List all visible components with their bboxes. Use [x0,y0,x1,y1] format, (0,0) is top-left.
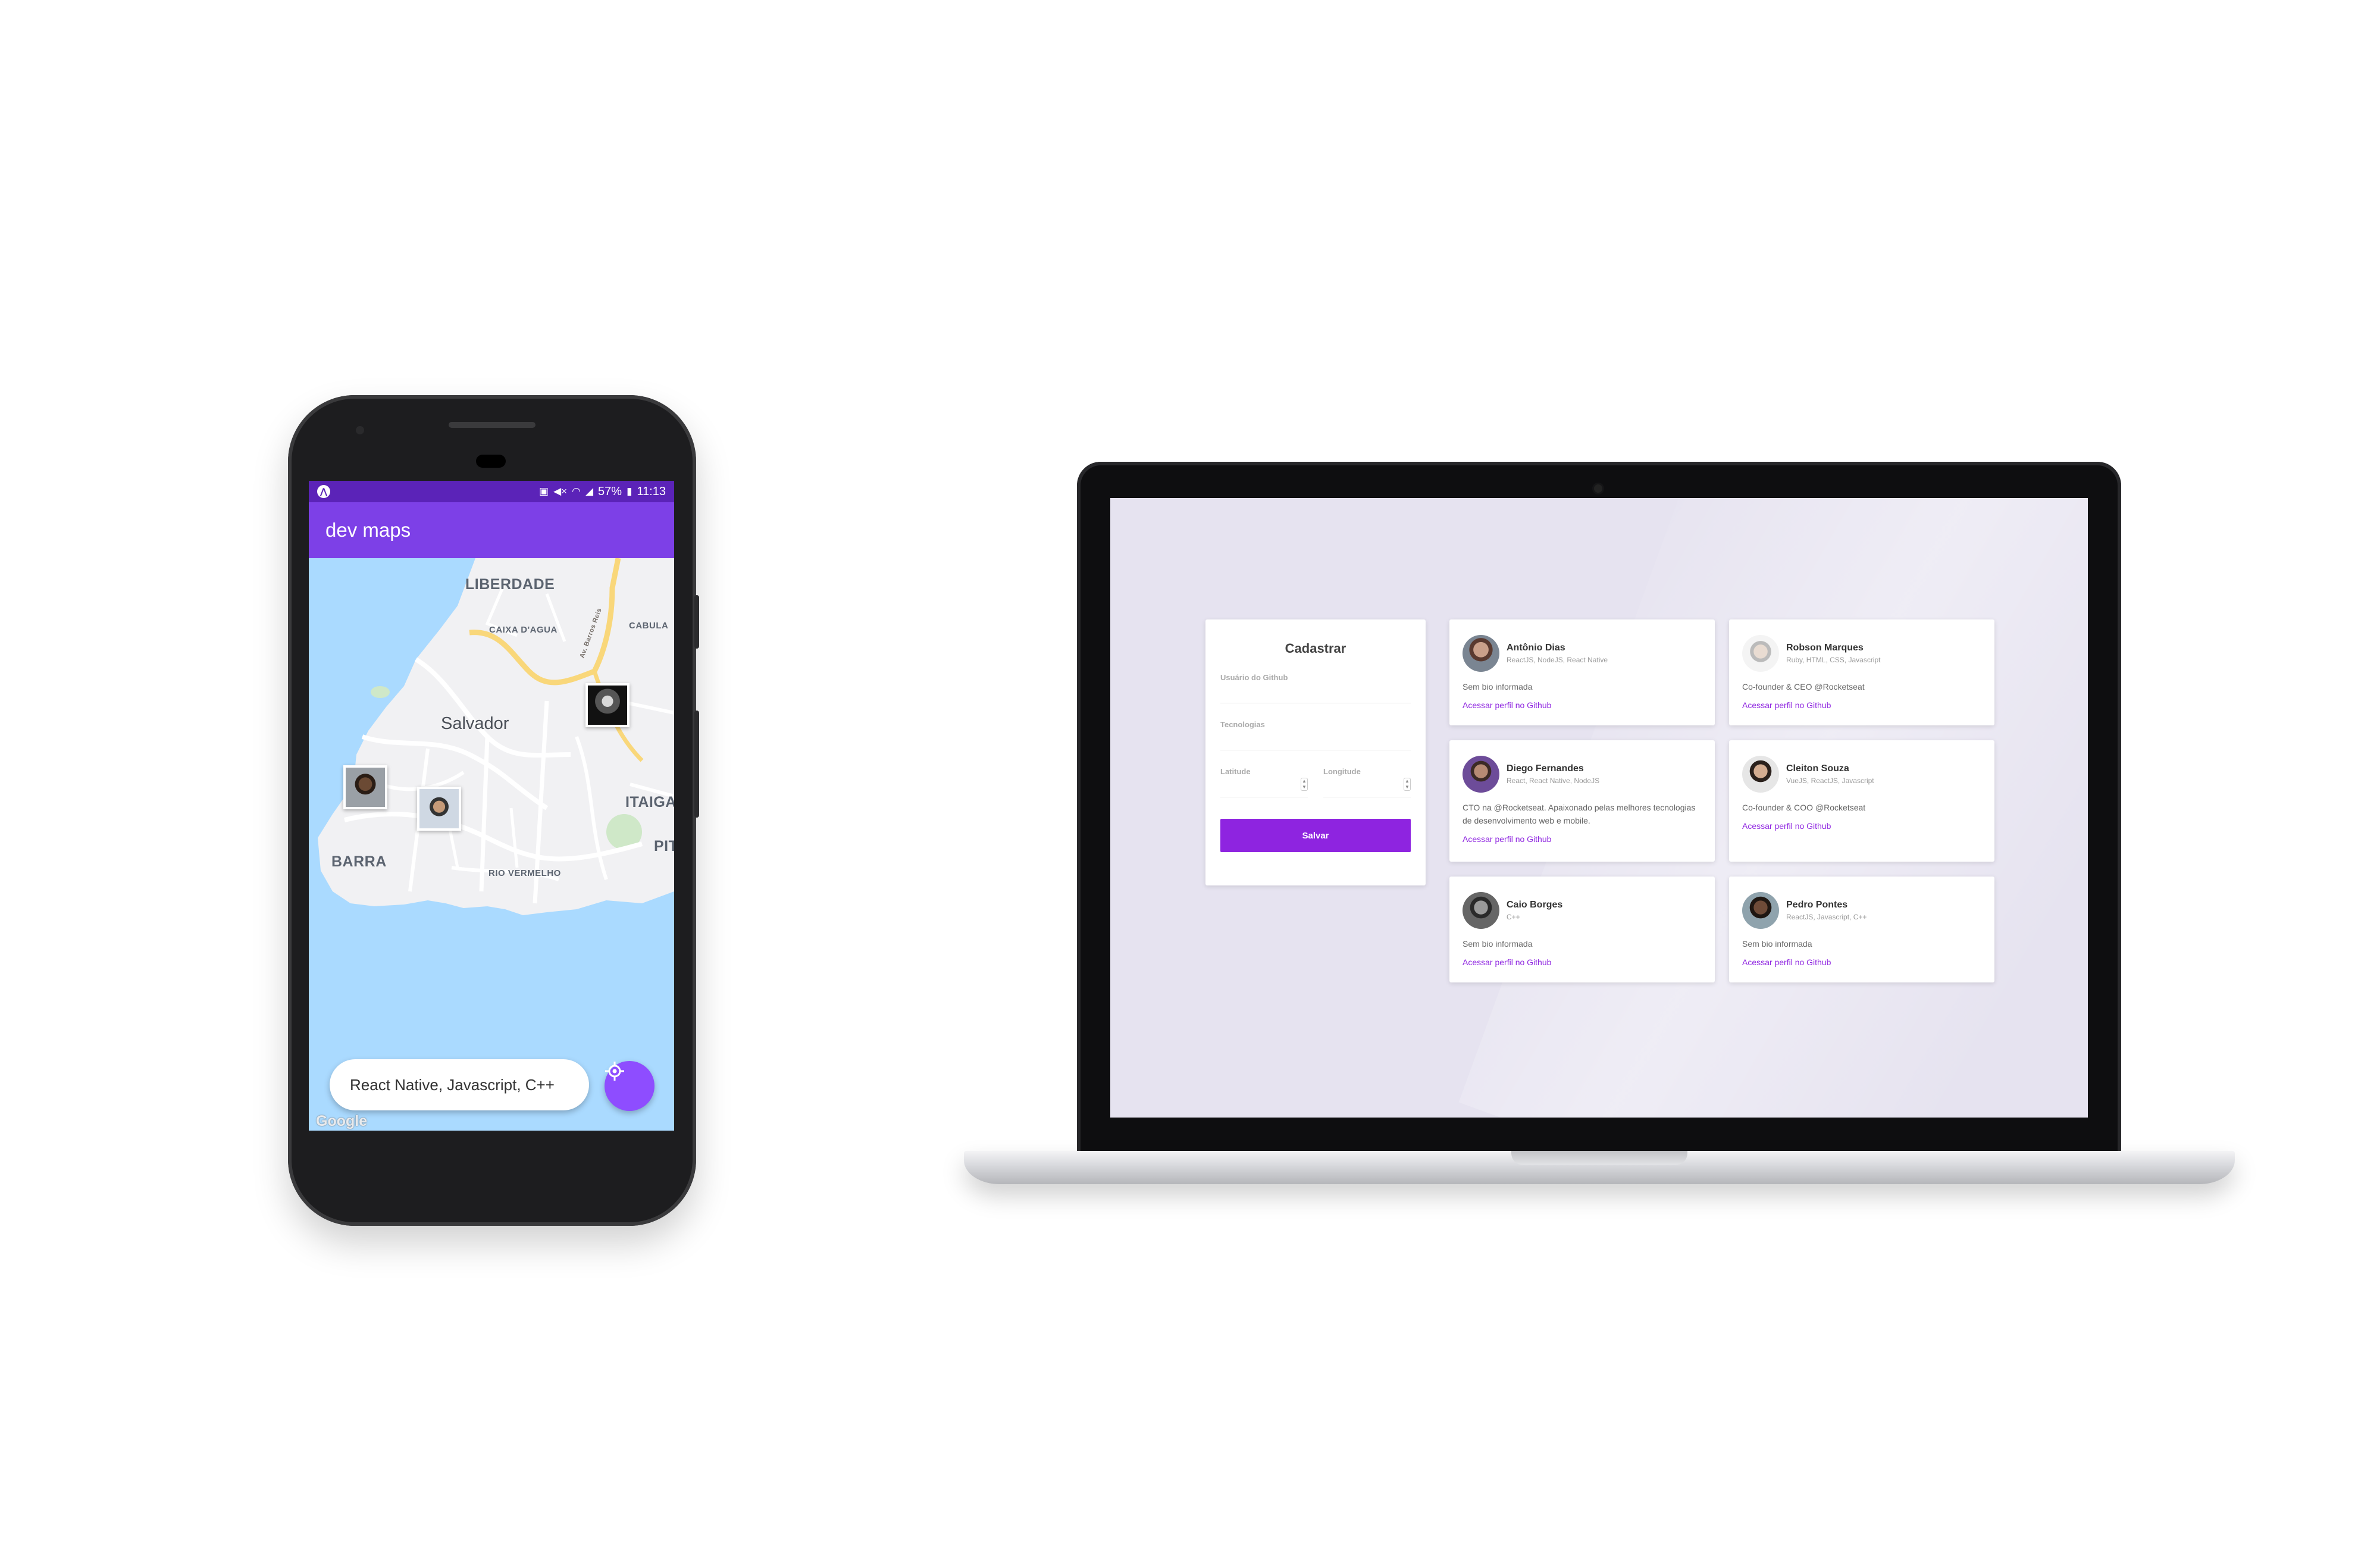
dev-name: Diego Fernandes [1507,763,1584,774]
github-profile-link[interactable]: Acessar perfil no Github [1742,700,1831,710]
dev-name: Cleiton Souza [1786,763,1849,774]
phone-volume-button [694,711,699,818]
lock-icon: ▣ [539,486,549,497]
phone-power-button [694,595,699,649]
map-label-liberdade: LIBERDADE [465,576,555,593]
techs-search-value: React Native, Javascript, C++ [350,1075,555,1094]
map-label-cabula: CABULA [629,621,669,631]
dev-techs: Ruby, HTML, CSS, Javascript [1786,656,1881,664]
dev-card: Robson Marques Ruby, HTML, CSS, Javascri… [1729,619,1994,725]
laptop-mockup: Cadastrar Usuário do Github Tecnologias … [1077,462,2121,1156]
google-logo: Google [316,1113,368,1129]
dev-bio: Sem bio informada [1463,939,1533,949]
battery-icon: ▮ [627,486,632,497]
form-title: Cadastrar [1285,641,1346,656]
latitude-field[interactable]: Latitude ▲ ▼ [1220,767,1308,797]
dev-bio: Sem bio informada [1463,682,1533,691]
laptop-notch [1511,1151,1687,1165]
github-profile-link[interactable]: Acessar perfil no Github [1463,834,1551,844]
clock: 11:13 [637,484,666,498]
phone-screen: ⋀ ▣ ◀× ◠ ◢ 57% ▮ 11:13 dev maps LIBERDAD… [309,481,674,1131]
latitude-stepper[interactable]: ▲ ▼ [1301,778,1308,791]
dev-marker[interactable] [585,683,630,727]
phone-mockup: ⋀ ▣ ◀× ◠ ◢ 57% ▮ 11:13 dev maps LIBERDAD… [288,395,699,1226]
wifi-icon: ◠ [572,486,581,497]
dev-card: Caio Borges C++ Sem bio informada Acessa… [1449,877,1715,982]
dev-card: Diego Fernandes React, React Native, Nod… [1449,740,1715,862]
github-profile-link[interactable]: Acessar perfil no Github [1463,700,1551,710]
web-app-screen: Cadastrar Usuário do Github Tecnologias … [1110,498,2088,1118]
dev-card: Pedro Pontes ReactJS, Javascript, C++ Se… [1729,877,1994,982]
dev-marker[interactable] [343,765,387,809]
map-view[interactable]: LIBERDADE CAIXA D'AGUA CABULA Av. Barros… [309,558,674,1131]
map-label-pituba: PIT [654,838,674,855]
dev-name: Robson Marques [1786,643,1864,653]
map-label-rio-vermelho: RIO VERMELHO [488,868,561,878]
longitude-stepper[interactable]: ▲ ▼ [1404,778,1411,791]
app-bar: dev maps [309,502,674,558]
app-title: dev maps [325,519,411,541]
dev-bio: Co-founder & COO @Rocketseat [1742,803,1866,812]
laptop-base [964,1151,2235,1184]
dev-name: Antônio Dias [1507,643,1565,653]
techs-label: Tecnologias [1220,720,1265,729]
dev-name: Caio Borges [1507,900,1563,910]
latitude-label: Latitude [1220,767,1251,776]
techs-search-input[interactable]: React Native, Javascript, C++ [330,1059,589,1110]
dev-bio: Sem bio informada [1742,939,1812,949]
laptop-webcam [1594,484,1602,493]
github-profile-link[interactable]: Acessar perfil no Github [1463,957,1551,967]
register-form: Cadastrar Usuário do Github Tecnologias … [1205,619,1426,885]
avatar [1742,892,1779,929]
signal-icon: ◢ [585,486,594,497]
map-label-caixa-dagua: CAIXA D'AGUA [489,625,558,635]
avatar [1742,756,1779,793]
save-button[interactable]: Salvar [1220,819,1411,852]
longitude-field[interactable]: Longitude ▲ ▼ [1323,767,1411,797]
map-label-itaigara: ITAIGA [625,794,674,810]
battery-percent: 57% [598,484,622,498]
phone-camera [476,455,506,468]
status-bar: ⋀ ▣ ◀× ◠ ◢ 57% ▮ 11:13 [309,481,674,502]
dev-techs: ReactJS, NodeJS, React Native [1507,656,1608,664]
dev-techs: React, React Native, NodeJS [1507,777,1600,785]
mute-icon: ◀× [553,486,568,497]
avatar [1463,756,1499,793]
github-username-label: Usuário do Github [1220,673,1288,682]
map-land [318,558,674,915]
map-label-barra: BARRA [331,853,387,870]
dev-bio: CTO na @Rocketseat. Apaixonado pelas mel… [1463,803,1696,825]
avatar [1742,635,1779,672]
locate-button[interactable] [605,1061,654,1111]
expo-app-icon: ⋀ [317,485,330,498]
longitude-label: Longitude [1323,767,1361,776]
dev-marker[interactable] [417,787,461,831]
github-username-field[interactable]: Usuário do Github [1220,673,1411,703]
map-label-salvador: Salvador [441,714,509,733]
phone-sensor [356,426,364,434]
dev-techs: ReactJS, Javascript, C++ [1786,913,1867,921]
dev-card: Cleiton Souza VueJS, ReactJS, Javascript… [1729,740,1994,862]
dev-bio: Co-founder & CEO @Rocketseat [1742,682,1865,691]
avatar [1463,892,1499,929]
dev-techs: VueJS, ReactJS, Javascript [1786,777,1874,785]
avatar [1463,635,1499,672]
github-profile-link[interactable]: Acessar perfil no Github [1742,957,1831,967]
dev-name: Pedro Pontes [1786,900,1848,910]
dev-card: Antônio Dias ReactJS, NodeJS, React Nati… [1449,619,1715,725]
dev-techs: C++ [1507,913,1520,921]
github-profile-link[interactable]: Acessar perfil no Github [1742,821,1831,831]
crosshair-icon [605,1062,624,1081]
techs-field[interactable]: Tecnologias [1220,720,1411,750]
phone-speaker [449,422,536,428]
